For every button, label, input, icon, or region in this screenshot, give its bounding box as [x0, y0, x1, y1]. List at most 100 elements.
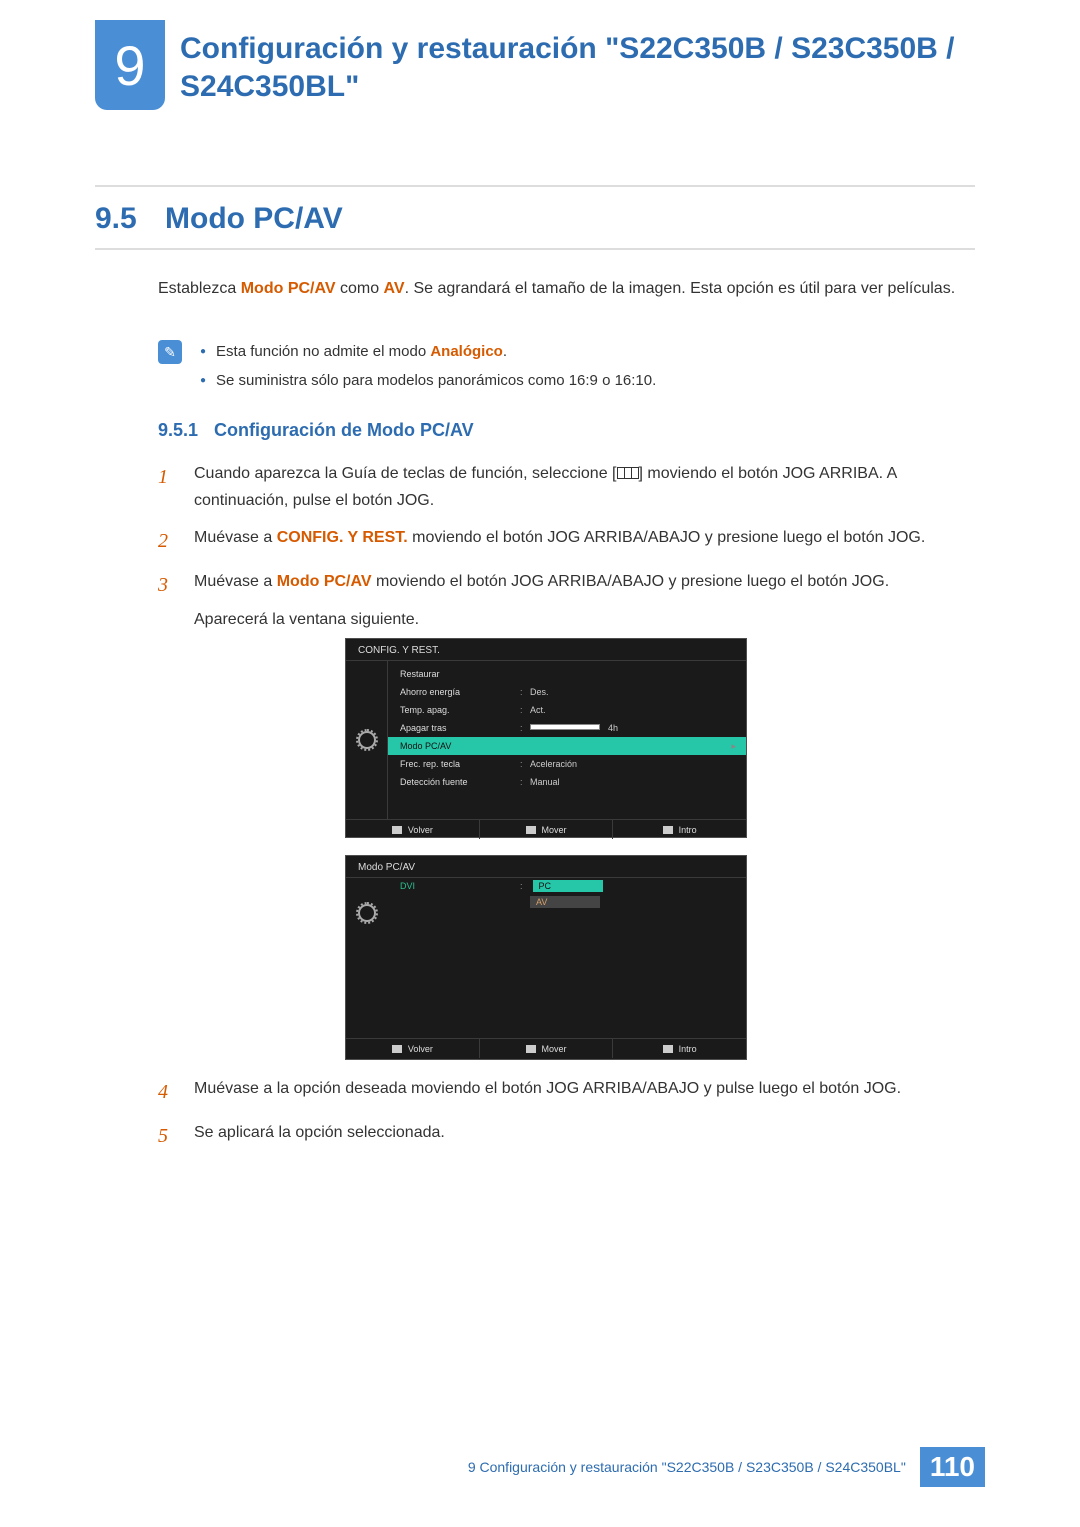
osd-row-label: Apagar tras [400, 723, 520, 733]
osd-footer: Volver Mover Intro [346, 819, 746, 839]
subsection-heading: 9.5.1Configuración de Modo PC/AV [158, 420, 474, 441]
step-item: 1 Cuando aparezca la Guía de teclas de f… [158, 460, 973, 514]
label: Intro [679, 1044, 697, 1054]
footer-text: 9 Configuración y restauración "S22C350B… [468, 1459, 906, 1475]
osd-rows: DVI: PC AV [388, 878, 746, 914]
t: moviendo el botón JOG ARRIBA/ABAJO y pre… [372, 573, 890, 590]
note-list: ●Esta función no admite el modo Analógic… [200, 338, 656, 395]
move-icon [526, 1045, 536, 1053]
t: moviendo el botón JOG ARRIBA/ABAJO y pre… [408, 529, 926, 546]
osd-row-label: Detección fuente [400, 777, 520, 787]
note1-kw: Analógico [430, 343, 503, 360]
osd-row[interactable]: AV [388, 894, 746, 910]
t: 4h [608, 723, 618, 733]
osd-row[interactable]: Ahorro energía:Des. [388, 683, 746, 701]
enter-icon [663, 826, 673, 834]
note1-pre: Esta función no admite el modo [216, 343, 430, 360]
osd-title: Modo PC/AV [346, 856, 746, 878]
osd-row-label: Temp. apag. [400, 705, 520, 715]
osd-footer-back[interactable]: Volver [346, 1039, 480, 1058]
note2-text: Se suministra sólo para modelos panorámi… [216, 372, 656, 389]
steps-lower: 4 Muévase a la opción deseada moviendo e… [158, 1075, 973, 1163]
osd-footer: Volver Mover Intro [346, 1038, 746, 1058]
note-icon [158, 340, 182, 364]
enter-icon [663, 1045, 673, 1053]
chevron-right-icon: ▸ [731, 741, 736, 752]
osd-row[interactable]: Temp. apag.:Act. [388, 701, 746, 719]
osd-row[interactable]: Apagar tras:4h [388, 719, 746, 737]
page-footer: 9 Configuración y restauración "S22C350B… [468, 1447, 985, 1487]
osd-option-selected[interactable]: PC [533, 880, 603, 892]
osd-footer-move[interactable]: Mover [480, 820, 614, 839]
label: Mover [542, 1044, 567, 1054]
subsection-title: Configuración de Modo PC/AV [214, 420, 474, 440]
osd-row[interactable]: Frec. rep. tecla:Aceleración [388, 755, 746, 773]
step-number: 4 [158, 1075, 176, 1109]
t: Modo PC/AV [277, 573, 372, 590]
t: CONFIG. Y REST. [277, 529, 408, 546]
subsection-number: 9.5.1 [158, 420, 214, 441]
label: Volver [408, 1044, 433, 1054]
osd-row-value: Aceleración [530, 759, 746, 769]
osd-footer-enter[interactable]: Intro [613, 1039, 746, 1058]
intro-paragraph: Establezca Modo PC/AV como AV. Se agrand… [158, 275, 973, 302]
step-text: Cuando aparezca la Guía de teclas de fun… [194, 460, 973, 514]
page-number: 110 [920, 1447, 985, 1487]
osd-row[interactable]: Detección fuente:Manual [388, 773, 746, 791]
osd-row-label: Frec. rep. tecla [400, 759, 520, 769]
osd-row-value: 4h [530, 723, 746, 733]
osd-row-highlighted[interactable]: Modo PC/AV▸ [388, 737, 746, 755]
slider-icon [530, 724, 600, 730]
chapter-title: Configuración y restauración "S22C350B /… [180, 30, 980, 105]
step-text: Muévase a CONFIG. Y REST. moviendo el bo… [194, 524, 925, 558]
back-icon [392, 826, 402, 834]
gear-icon [358, 904, 376, 922]
intro-mid: como [336, 280, 384, 297]
label: Intro [679, 825, 697, 835]
t: Muévase a [194, 529, 277, 546]
osd-pcav-panel: Modo PC/AV DVI: PC AV Volver Mover Intro [345, 855, 747, 1060]
back-icon [392, 1045, 402, 1053]
osd-footer-enter[interactable]: Intro [613, 820, 746, 839]
note-item: ●Esta función no admite el modo Analógic… [200, 338, 656, 367]
step-text: Muévase a Modo PC/AV moviendo el botón J… [194, 568, 889, 632]
steps-upper: 1 Cuando aparezca la Guía de teclas de f… [158, 460, 973, 643]
osd-config-panel: CONFIG. Y REST. Restaurar Ahorro energía… [345, 638, 747, 838]
osd-footer-back[interactable]: Volver [346, 820, 480, 839]
t: Muévase a [194, 573, 277, 590]
osd-footer-move[interactable]: Mover [480, 1039, 614, 1058]
osd-row-value: Manual [530, 777, 746, 787]
osd-title: CONFIG. Y REST. [346, 639, 746, 661]
note-item: ●Se suministra sólo para modelos panorám… [200, 367, 656, 396]
step-number: 2 [158, 524, 176, 558]
step-number: 3 [158, 568, 176, 632]
osd-row-label: Ahorro energía [400, 687, 520, 697]
step-text: Muévase a la opción deseada moviendo el … [194, 1075, 901, 1109]
osd-option[interactable]: AV [530, 896, 600, 908]
osd-row[interactable]: DVI: PC [388, 878, 746, 894]
step-item: 5 Se aplicará la opción seleccionada. [158, 1119, 973, 1153]
step-item: 2 Muévase a CONFIG. Y REST. moviendo el … [158, 524, 973, 558]
osd-row-value: Act. [530, 705, 746, 715]
label: Mover [542, 825, 567, 835]
step-item: 4 Muévase a la opción deseada moviendo e… [158, 1075, 973, 1109]
move-icon [526, 826, 536, 834]
osd-row-label: DVI [400, 881, 520, 891]
step-item: 3 Muévase a Modo PC/AV moviendo el botón… [158, 568, 973, 632]
step-text: Se aplicará la opción seleccionada. [194, 1119, 445, 1153]
osd-row-value: Des. [530, 687, 746, 697]
osd-row[interactable]: Restaurar [388, 665, 746, 683]
step-number: 1 [158, 460, 176, 514]
t: Aparecerá la ventana siguiente. [194, 611, 419, 628]
section-title: Modo PC/AV [165, 202, 343, 235]
gear-icon [358, 731, 376, 749]
t: Cuando aparezca la Guía de teclas de fun… [194, 465, 617, 482]
note-block: ●Esta función no admite el modo Analógic… [158, 338, 973, 395]
section-heading: 9.5Modo PC/AV [95, 185, 975, 250]
intro-pre: Establezca [158, 280, 241, 297]
intro-kw1: Modo PC/AV [241, 280, 336, 297]
intro-kw2: AV [384, 280, 405, 297]
osd-side-icon [346, 661, 388, 819]
chapter-number-badge: 9 [95, 20, 165, 110]
intro-post: . Se agrandará el tamaño de la imagen. E… [405, 280, 956, 297]
